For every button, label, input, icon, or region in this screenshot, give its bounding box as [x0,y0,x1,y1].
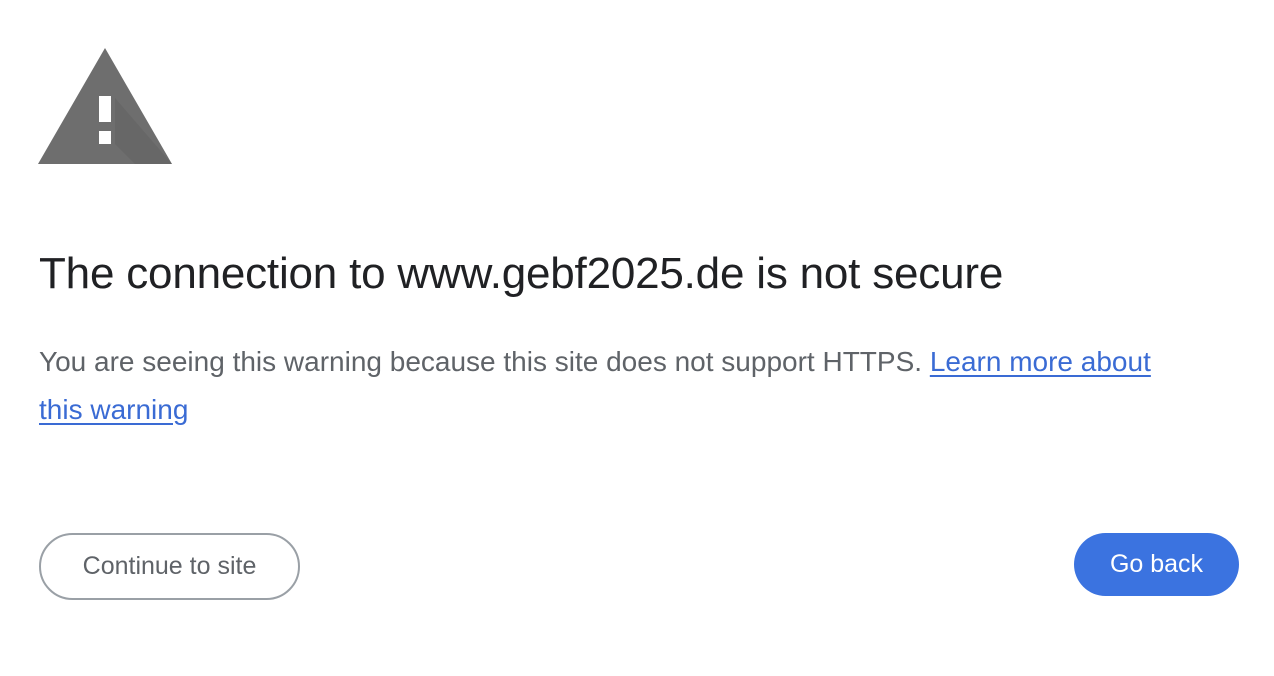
interstitial-page: The connection to www.gebf2025.de is not… [0,0,1274,676]
page-title: The connection to www.gebf2025.de is not… [39,249,1004,298]
continue-to-site-button[interactable]: Continue to site [39,533,300,600]
explanation-text: You are seeing this warning because this… [39,346,923,377]
warning-triangle-icon [38,48,172,164]
go-back-button[interactable]: Go back [1074,533,1239,596]
warning-explanation: You are seeing this warning because this… [39,338,1199,434]
